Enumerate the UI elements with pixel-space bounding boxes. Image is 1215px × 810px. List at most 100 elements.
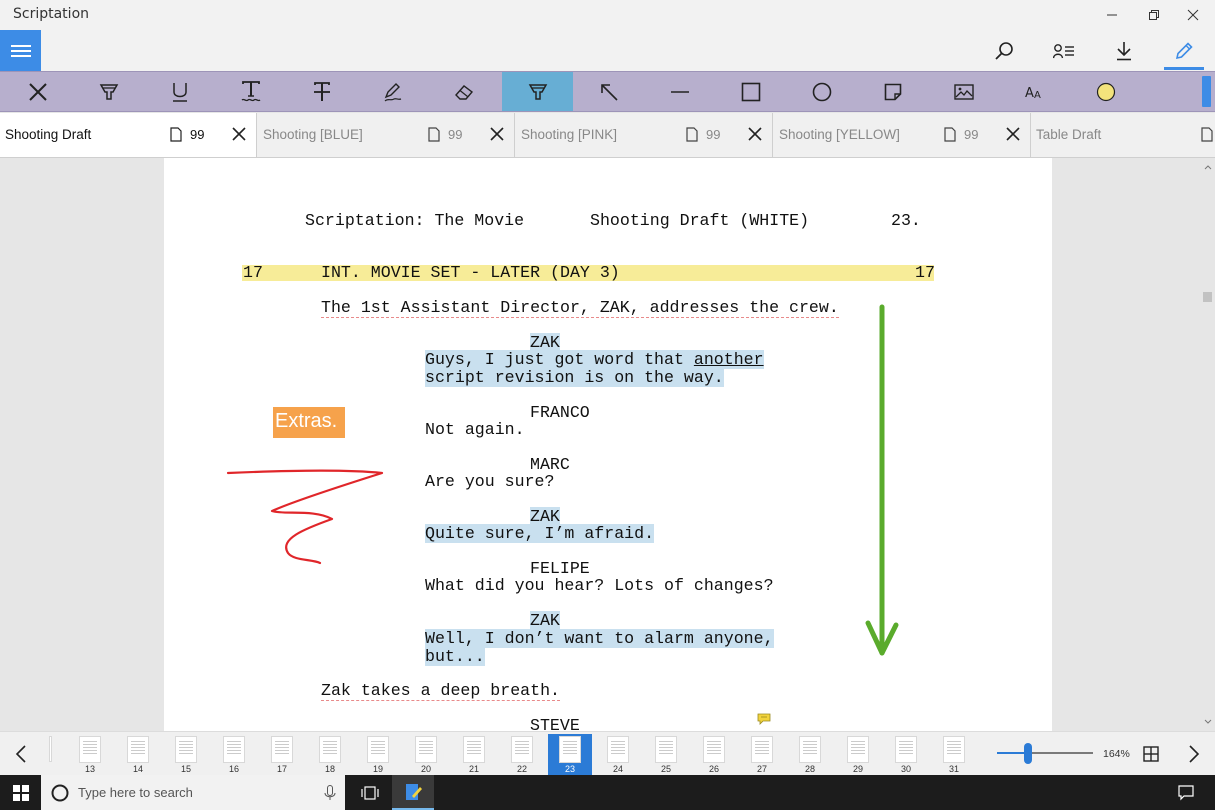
page-thumbnail-28[interactable]: 28 [788, 734, 832, 775]
page-thumbnail-15[interactable]: 15 [164, 734, 208, 775]
highlighter-selected-tool[interactable] [502, 72, 573, 111]
app-bar [0, 30, 1215, 71]
page-thumbnail-17[interactable]: 17 [260, 734, 304, 775]
page-thumbnail-29[interactable]: 29 [836, 734, 880, 775]
thumbnail-preview [367, 736, 389, 763]
rectangle-icon [741, 82, 760, 101]
underline-tool[interactable] [144, 72, 215, 111]
toolbar-grip[interactable] [1202, 76, 1211, 107]
page-thumbnail-26[interactable]: 26 [692, 734, 736, 775]
eraser-tool[interactable] [428, 72, 499, 111]
line-icon [670, 90, 689, 93]
thumbnail-page-number: 14 [132, 764, 143, 774]
document-icon [686, 127, 698, 142]
close-tab-icon[interactable] [488, 125, 506, 143]
strikethrough-tool[interactable] [286, 72, 357, 111]
notification-icon [1178, 784, 1194, 800]
start-button[interactable] [0, 775, 42, 810]
sticky-note[interactable]: Extras. [273, 407, 345, 438]
script-page: Scriptation: The Movie Shooting Draft (W… [164, 158, 1052, 731]
pen-tool[interactable] [357, 72, 428, 111]
page-thumbnail-14[interactable]: 14 [116, 734, 160, 775]
text-underline-tool[interactable] [215, 72, 286, 111]
dialogue-line: What did you hear? Lots of changes? [425, 576, 774, 595]
rectangle-tool[interactable] [715, 72, 786, 111]
close-tab-icon[interactable] [746, 125, 764, 143]
tab-table-draft[interactable]: Table Draft [1031, 113, 1215, 157]
page-thumbnail-30[interactable]: 30 [884, 734, 928, 775]
page-thumbnail-23[interactable]: 23 [548, 734, 592, 775]
search-button[interactable] [984, 30, 1024, 71]
note-tool[interactable] [857, 72, 928, 111]
tab-shooting-draft[interactable]: Shooting Draft 99 [0, 113, 257, 157]
color-tool[interactable] [1070, 72, 1141, 111]
tab-shooting-blue[interactable]: Shooting [BLUE] 99 [258, 113, 515, 157]
close-tab-icon[interactable] [1004, 125, 1022, 143]
pencil-icon [1175, 41, 1193, 59]
close-tab-icon[interactable] [230, 125, 248, 143]
characters-button[interactable] [1044, 30, 1084, 71]
page-thumbnail-19[interactable]: 19 [356, 734, 400, 775]
close-icon [28, 82, 47, 101]
vertical-scrollbar[interactable] [1201, 158, 1215, 731]
circle-tool[interactable] [786, 72, 857, 111]
next-page-button[interactable] [1173, 732, 1215, 776]
title-bar: Scriptation [0, 0, 1215, 30]
tab-label: Shooting [YELLOW] [779, 127, 900, 142]
thumbnail-page-number: 18 [324, 764, 335, 774]
zoom-slider-thumb[interactable] [1024, 743, 1032, 764]
strikethrough-icon [313, 81, 330, 101]
page-thumbnail-22[interactable]: 22 [500, 734, 544, 775]
page-thumbnail-27[interactable]: 27 [740, 734, 784, 775]
page-thumbnail-13[interactable]: 13 [68, 734, 112, 775]
tab-shooting-pink[interactable]: Shooting [PINK] 99 [516, 113, 773, 157]
scrollbar-thumb[interactable] [1203, 292, 1212, 302]
thumbnail-preview [799, 736, 821, 763]
document-icon [944, 127, 956, 142]
thumbnail-page-number: 27 [756, 764, 767, 774]
arrow-icon [600, 83, 618, 101]
previous-page-button[interactable] [0, 732, 42, 776]
dialogue-line: script revision is on the way. [425, 368, 724, 387]
arrow-tool[interactable] [573, 72, 644, 111]
close-window-button[interactable] [1170, 0, 1215, 30]
comment-icon[interactable] [757, 713, 771, 725]
green-arrow-annotation[interactable] [864, 303, 904, 663]
highlighter-tool[interactable] [73, 72, 144, 111]
thumbnail-page-number: 23 [564, 764, 575, 774]
script-viewer[interactable]: Scriptation: The Movie Shooting Draft (W… [0, 158, 1215, 731]
grid-view-button[interactable] [1131, 732, 1171, 776]
action-center-button[interactable] [1165, 775, 1207, 810]
underline-icon [172, 82, 187, 102]
thumbnail-page-number: 26 [708, 764, 719, 774]
image-tool[interactable] [928, 72, 999, 111]
thumbnail-page-number: 22 [516, 764, 527, 774]
exit-annotate-tool[interactable] [2, 72, 73, 111]
page-thumbnail-21[interactable]: 21 [452, 734, 496, 775]
cortana-icon [51, 784, 69, 802]
document-tabs: Shooting Draft 99 Shooting [BLUE] 99 Sho… [0, 113, 1215, 158]
line-tool[interactable] [644, 72, 715, 111]
minimize-button[interactable] [1089, 0, 1135, 30]
download-button[interactable] [1104, 30, 1144, 71]
grid-icon [1143, 746, 1159, 762]
page-thumbnail-strip: 13 14 15 16 17 18 19 20 21 22 23 24 25 26 27 28 29 30 31 1… [0, 731, 1215, 775]
text-size-tool[interactable]: AA [999, 72, 1070, 111]
tab-shooting-yellow[interactable]: Shooting [YELLOW] 99 [774, 113, 1031, 157]
taskbar-search[interactable]: Type here to search [41, 775, 345, 810]
page-thumbnail-31[interactable]: 31 [932, 734, 976, 775]
annotate-button[interactable] [1164, 30, 1204, 71]
underlined-word: another [693, 350, 764, 369]
tab-page-count: 99 [706, 127, 721, 142]
page-thumbnail-25[interactable]: 25 [644, 734, 688, 775]
annotation-toolbar: AA [0, 71, 1215, 112]
task-view-button[interactable] [349, 775, 391, 810]
page-thumbnail-24[interactable]: 24 [596, 734, 640, 775]
scriptation-taskbar-app[interactable] [392, 775, 434, 810]
page-thumbnail-20[interactable]: 20 [404, 734, 448, 775]
menu-button[interactable] [0, 30, 41, 71]
page-thumbnail-18[interactable]: 18 [308, 734, 352, 775]
page-thumbnail-16[interactable]: 16 [212, 734, 256, 775]
thumbnail-preview [655, 736, 677, 763]
ink-scribble[interactable] [224, 463, 394, 568]
